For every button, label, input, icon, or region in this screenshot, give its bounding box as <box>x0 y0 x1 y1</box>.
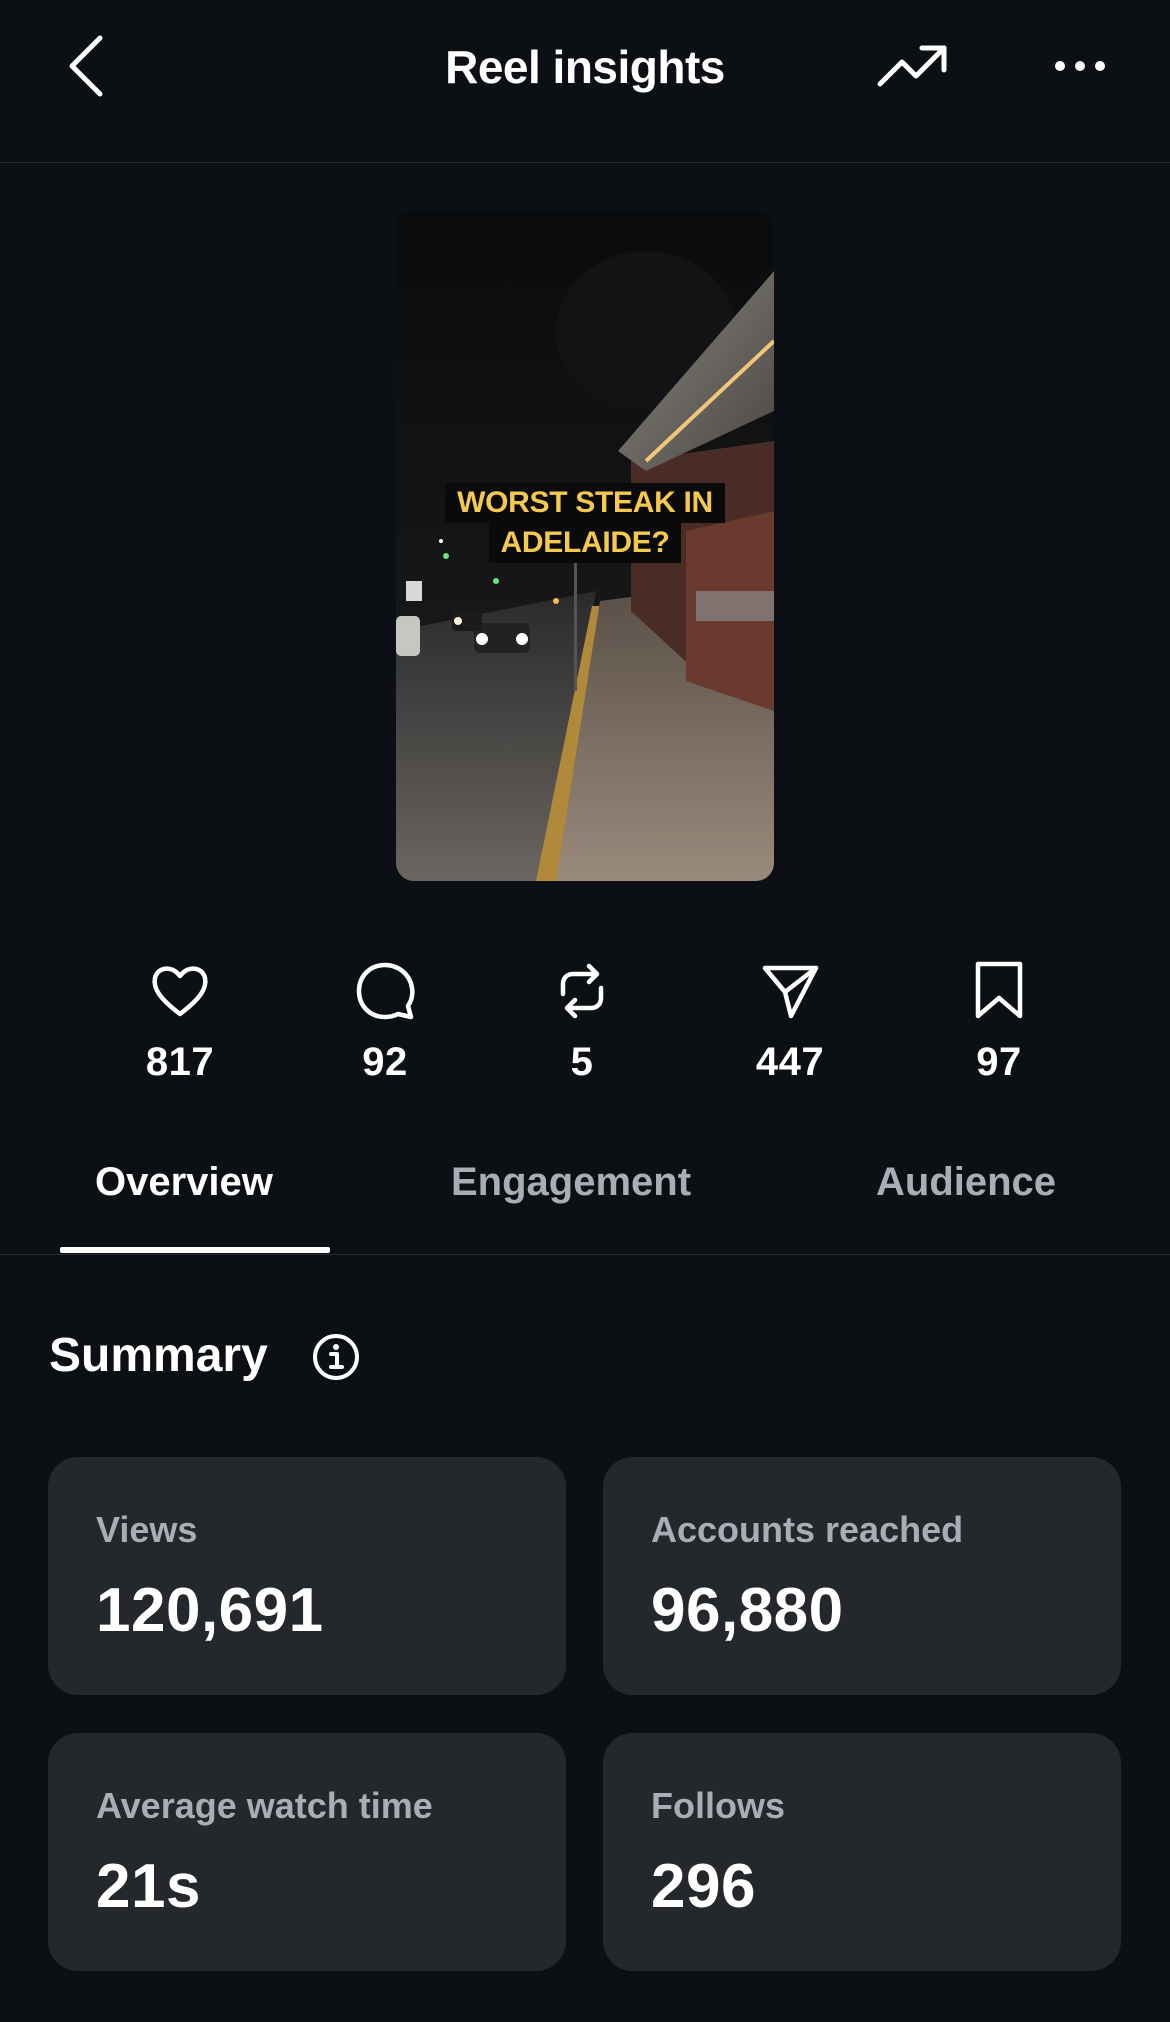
views-card[interactable]: Views 120,691 <box>48 1457 566 1695</box>
reel-insights-screen: Reel insights WORST STEAK IN ADELAIDE? 8… <box>0 0 1170 2022</box>
summary-heading: Summary <box>49 1329 268 1382</box>
views-label: Views <box>96 1509 198 1550</box>
average-watch-time-card[interactable]: Average watch time 21s <box>48 1733 566 1971</box>
comments-count: 92 <box>362 1040 408 1084</box>
tab-audience[interactable]: Audience <box>876 1160 1056 1205</box>
follows-card[interactable]: Follows 296 <box>603 1733 1121 1971</box>
comments-stat[interactable]: 92 <box>305 960 465 1085</box>
tab-overview[interactable]: Overview <box>95 1160 273 1205</box>
insights-tabs: Overview Engagement Audience <box>0 1140 1170 1255</box>
saves-count: 97 <box>976 1040 1022 1084</box>
heart-icon <box>152 966 208 1017</box>
more-options-button[interactable] <box>1052 54 1108 78</box>
shares-stat[interactable]: 447 <box>710 960 870 1085</box>
accounts-reached-label: Accounts reached <box>651 1509 964 1550</box>
saves-stat[interactable]: 97 <box>919 960 1079 1085</box>
reel-thumbnail[interactable]: WORST STEAK IN ADELAIDE? <box>396 211 774 881</box>
accounts-reached-card[interactable]: Accounts reached 96,880 <box>603 1457 1121 1695</box>
reposts-stat[interactable]: 5 <box>502 960 662 1085</box>
page-title: Reel insights <box>445 41 725 93</box>
caption-line-2: ADELAIDE? <box>488 523 682 563</box>
shares-count: 447 <box>755 1040 825 1084</box>
average-watch-time-value: 21s <box>96 1852 201 1921</box>
top-bar: Reel insights <box>0 0 1170 163</box>
active-tab-indicator <box>60 1247 330 1253</box>
bookmark-icon <box>975 961 1023 1019</box>
average-watch-time-label: Average watch time <box>96 1785 433 1826</box>
more-horizontal-icon <box>1055 61 1105 71</box>
follows-label: Follows <box>651 1785 785 1826</box>
repost-icon <box>560 963 604 1019</box>
share-icon <box>762 965 819 1019</box>
likes-count: 817 <box>145 1040 215 1084</box>
trends-button[interactable] <box>876 40 950 94</box>
tab-engagement[interactable]: Engagement <box>451 1160 691 1205</box>
caption-line-1: WORST STEAK IN <box>445 483 725 523</box>
follows-value: 296 <box>651 1852 756 1921</box>
trending-up-icon <box>877 45 947 87</box>
likes-stat[interactable]: 817 <box>100 960 260 1085</box>
reel-caption: WORST STEAK IN ADELAIDE? <box>396 483 774 563</box>
views-value: 120,691 <box>96 1576 324 1645</box>
accounts-reached-value: 96,880 <box>651 1576 844 1645</box>
reposts-count: 5 <box>570 1040 594 1084</box>
info-icon[interactable] <box>312 1333 360 1381</box>
comment-icon <box>356 962 415 1020</box>
